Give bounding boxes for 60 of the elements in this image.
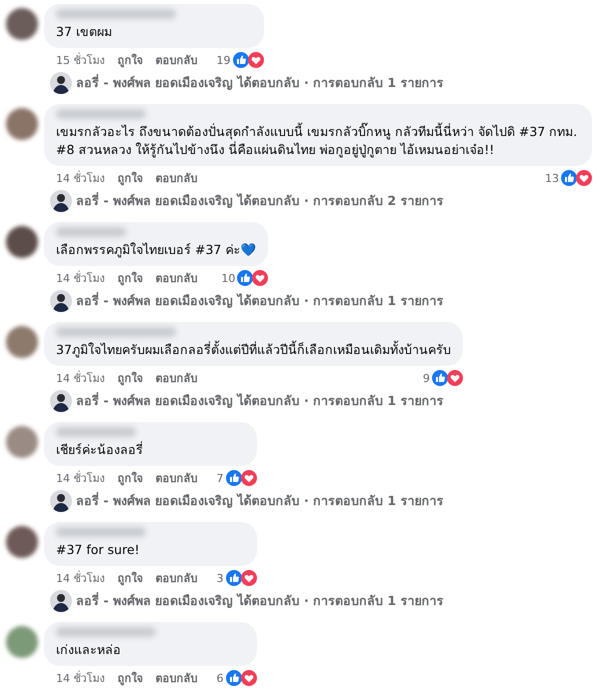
like-link[interactable]: ถูกใจ [118,469,142,487]
reaction-count[interactable]: 6 [216,672,224,684]
replies-link[interactable]: ลอรี่ - พงศ์พล ยอดเมืองเจริญ ได้ตอบกลับ · การตอบกลับ 2 รายการ [76,191,444,211]
reply-link[interactable]: ตอบกลับ [156,269,198,287]
avatar[interactable] [6,326,38,358]
reply-link[interactable]: ตอบกลับ [156,369,198,387]
reply-link[interactable]: ตอบกลับ [156,169,198,187]
reply-link[interactable]: ตอบกลับ [156,51,198,69]
comment-time[interactable]: 15 ชั่วโมง [56,51,104,69]
reply-link[interactable]: ตอบกลับ [156,669,198,687]
reply-link[interactable]: ตอบกลับ [156,569,198,587]
reaction-count[interactable]: 9 [422,372,430,384]
replies-link[interactable]: ลอรี่ - พงศ์พล ยอดเมืองเจริญ ได้ตอบกลับ · การตอบกลับ 1 รายการ [76,73,444,93]
avatar[interactable] [6,526,38,558]
comment-text: เก่งและหล่อ [56,641,122,659]
avatar[interactable] [6,8,38,40]
like-icon [561,170,577,186]
comment-time[interactable]: 14 ชั่วโมง [56,169,104,187]
reaction-count[interactable]: 7 [216,472,224,484]
like-icon [232,52,248,68]
comment-time[interactable]: 14 ชั่วโมง [56,369,104,387]
reaction-count[interactable]: 13 [545,172,559,184]
person-avatar-icon [50,490,72,512]
comment-text: #37 for sure! [56,541,141,559]
reaction-count[interactable]: 19 [216,54,230,66]
reaction-count[interactable]: 10 [221,272,236,284]
like-link[interactable]: ถูกใจ [118,269,142,287]
like-icon [432,370,448,386]
like-link[interactable]: ถูกใจ [118,669,142,687]
person-avatar-icon [50,190,72,212]
comment-text: เลือกพรรคภูมิใจไทยเบอร์ #37 ค่ะ💙 [56,241,256,259]
comment-text: เชียร์ค่ะน้องลอรี่ [56,441,144,459]
comment-text: เขมรกลัวอะไร ถึงขนาดต้องปั่นสุดกำลังแบบนี้ เขมรกลัวบิ๊กหนู กลัวทีมนี้นี่หว่า จัดไปดิ #37 กทม. #8 สวนหลวง ให้รู้กันไปข้างนึง นี่คือแผ่นดินไทย พ่อกูอยู่ปู่กูตาย ไอ้เหมนอย่าเจ๋อ!! [56,123,578,159]
reaction-count[interactable]: 3 [216,572,224,584]
comment-time[interactable]: 14 ชั่วโมง [56,569,104,587]
person-avatar-icon [50,390,72,412]
like-link[interactable]: ถูกใจ [118,369,142,387]
comment-text: 37 เขตผม [56,23,113,41]
avatar[interactable] [6,226,38,258]
like-link[interactable]: ถูกใจ [118,569,142,587]
like-link[interactable]: ถูกใจ [118,51,142,69]
like-icon [226,570,242,586]
like-icon [226,470,242,486]
like-icon [226,670,242,686]
comment-time[interactable]: 14 ชั่วโมง [56,669,104,687]
comment-time[interactable]: 14 ชั่วโมง [56,469,104,487]
replies-link[interactable]: ลอรี่ - พงศ์พล ยอดเมืองเจริญ ได้ตอบกลับ · การตอบกลับ 1 รายการ [76,391,444,411]
person-avatar-icon [50,72,72,94]
replies-link[interactable]: ลอรี่ - พงศ์พล ยอดเมืองเจริญ ได้ตอบกลับ · การตอบกลับ 1 รายการ [76,491,444,511]
person-avatar-icon [50,590,72,612]
replies-link[interactable]: ลอรี่ - พงศ์พล ยอดเมืองเจริญ ได้ตอบกลับ · การตอบกลับ 1 รายการ [76,591,444,611]
comment-text: 37ภูมิใจไทยครับผมเลือกลอรี่ตั้งแต่ปีที่แล้วปีนี้ก็เลือกเหมือนเดิมทั้งบ้านครับ [56,341,451,359]
replies-link[interactable]: ลอรี่ - พงศ์พล ยอดเมืองเจริญ ได้ตอบกลับ · การตอบกลับ 1 รายการ [76,291,444,311]
reply-link[interactable]: ตอบกลับ [156,469,198,487]
like-link[interactable]: ถูกใจ [118,169,142,187]
blurred-name [56,227,126,237]
avatar[interactable] [6,108,38,140]
comment-time[interactable]: 14 ชั่วโมง [56,269,104,287]
like-icon [237,270,254,286]
person-avatar-icon [50,290,72,312]
